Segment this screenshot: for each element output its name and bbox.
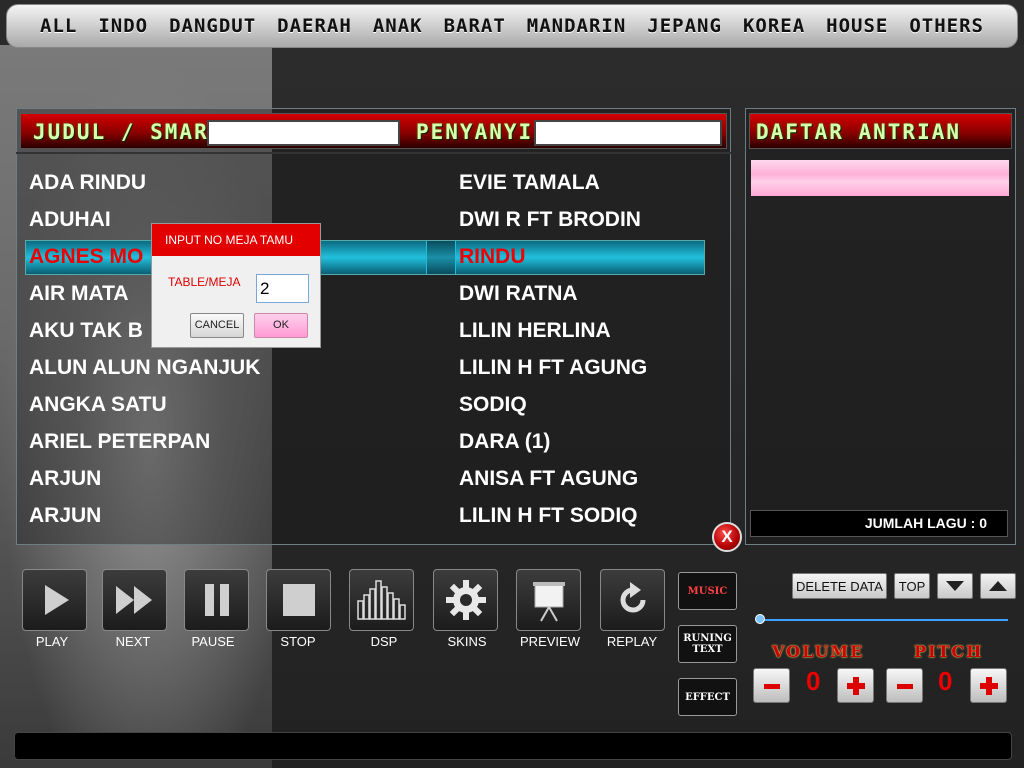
replay-icon bbox=[620, 582, 645, 613]
penyanyi-label: PENYANYI bbox=[416, 120, 534, 144]
move-down-button[interactable] bbox=[937, 573, 973, 599]
triangle-down-icon bbox=[946, 581, 964, 591]
volume-plus-button[interactable] bbox=[837, 668, 874, 703]
song-title-column: ADA RINDU ADUHAI AGNES MO AIR MATA AKU T… bbox=[29, 164, 409, 534]
table-number-input[interactable]: 2 bbox=[256, 274, 309, 303]
artist-name[interactable]: EVIE TAMALA bbox=[459, 164, 709, 201]
artist-name[interactable]: SODIQ bbox=[459, 386, 709, 423]
dsp-button[interactable] bbox=[349, 569, 414, 631]
category-house[interactable]: HOUSE bbox=[826, 15, 888, 37]
song-title[interactable]: ALUN ALUN NGANJUK bbox=[29, 349, 409, 386]
artist-column: EVIE TAMALA DWI R FT BRODIN RINDU DWI RA… bbox=[459, 164, 709, 534]
next-icon bbox=[115, 586, 152, 614]
next-label: NEXT bbox=[115, 634, 151, 649]
category-indo[interactable]: INDO bbox=[98, 15, 148, 37]
replay-label: REPLAY bbox=[606, 634, 658, 649]
artist-name-selected[interactable]: RINDU bbox=[459, 238, 709, 275]
category-bar: ALL INDO DANGDUT DAERAH ANAK BARAT MANDA… bbox=[6, 4, 1018, 48]
ok-button[interactable]: OK bbox=[254, 313, 308, 338]
pitch-value: 0 bbox=[938, 666, 953, 696]
volume-label: VOLUME bbox=[772, 642, 865, 661]
dsp-label: DSP bbox=[370, 634, 398, 649]
queue-list-item[interactable] bbox=[751, 160, 1009, 196]
skins-button[interactable] bbox=[433, 569, 498, 631]
stop-button[interactable] bbox=[266, 569, 331, 631]
minus-icon bbox=[896, 683, 913, 689]
pause-button[interactable] bbox=[184, 569, 249, 631]
artist-name[interactable]: DWI R FT BRODIN bbox=[459, 201, 709, 238]
song-title[interactable]: ARJUN bbox=[29, 497, 409, 534]
queue-title: DAFTAR ANTRIAN bbox=[756, 120, 962, 144]
volume-minus-button[interactable] bbox=[753, 668, 790, 703]
penyanyi-search-input[interactable] bbox=[534, 120, 722, 146]
pause-label: PAUSE bbox=[191, 634, 235, 649]
judul-label: JUDUL / SMART bbox=[33, 120, 224, 144]
song-title[interactable]: ADA RINDU bbox=[29, 164, 409, 201]
delete-data-button[interactable]: DELETE DATA bbox=[792, 573, 887, 599]
progress-slider-knob[interactable] bbox=[755, 614, 765, 624]
close-button[interactable]: X bbox=[712, 522, 742, 552]
pitch-minus-button[interactable] bbox=[886, 668, 923, 703]
projector-screen-icon bbox=[532, 582, 565, 622]
artist-name[interactable]: DWI RATNA bbox=[459, 275, 709, 312]
triangle-up-icon bbox=[989, 581, 1007, 591]
running-text-bar bbox=[14, 732, 1012, 760]
category-barat[interactable]: BARAT bbox=[444, 15, 506, 37]
equalizer-icon bbox=[356, 580, 406, 620]
category-mandarin[interactable]: MANDARIN bbox=[527, 15, 627, 37]
top-button[interactable]: TOP bbox=[894, 573, 930, 599]
pitch-label: PITCH bbox=[914, 642, 984, 661]
category-all[interactable]: ALL bbox=[40, 15, 77, 37]
replay-button[interactable] bbox=[600, 569, 665, 631]
category-daerah[interactable]: DAERAH bbox=[277, 15, 352, 37]
queue-header-bar: DAFTAR ANTRIAN bbox=[749, 113, 1012, 149]
next-button[interactable] bbox=[102, 569, 167, 631]
effect-button[interactable]: EFFECT bbox=[678, 678, 737, 716]
category-others[interactable]: OTHERS bbox=[909, 15, 984, 37]
song-title[interactable]: ANGKA SATU bbox=[29, 386, 409, 423]
preview-button[interactable] bbox=[516, 569, 581, 631]
stop-icon bbox=[282, 584, 315, 616]
music-button[interactable]: MUSIC bbox=[678, 572, 737, 610]
gear-icon bbox=[445, 580, 486, 620]
play-icon bbox=[44, 585, 69, 615]
pitch-plus-button[interactable] bbox=[970, 668, 1007, 703]
plus-icon bbox=[846, 676, 865, 695]
volume-value: 0 bbox=[806, 666, 821, 696]
running-text-button[interactable]: RUNING TEXT bbox=[678, 625, 737, 663]
category-anak[interactable]: ANAK bbox=[373, 15, 423, 37]
play-button[interactable] bbox=[22, 569, 87, 631]
header-divider bbox=[16, 152, 731, 154]
cancel-button[interactable]: CANCEL bbox=[190, 313, 244, 338]
song-title[interactable]: ARJUN bbox=[29, 460, 409, 497]
dialog-title: INPUT NO MEJA TAMU bbox=[152, 224, 320, 256]
song-title[interactable]: ARIEL PETERPAN bbox=[29, 423, 409, 460]
move-up-button[interactable] bbox=[980, 573, 1016, 599]
table-input-dialog: INPUT NO MEJA TAMU TABLE/MEJA 2 CANCEL O… bbox=[151, 223, 321, 348]
search-header-bar: JUDUL / SMART PENYANYI bbox=[20, 113, 727, 149]
progress-slider-track[interactable] bbox=[760, 619, 1008, 621]
pause-icon bbox=[204, 584, 229, 616]
artist-name[interactable]: LILIN H FT AGUNG bbox=[459, 349, 709, 386]
artist-name[interactable]: DARA (1) bbox=[459, 423, 709, 460]
preview-label: PREVIEW bbox=[520, 634, 580, 649]
category-korea[interactable]: KOREA bbox=[743, 15, 805, 37]
table-field-label: TABLE/MEJA bbox=[168, 275, 241, 289]
skins-label: SKINS bbox=[447, 634, 487, 649]
category-jepang[interactable]: JEPANG bbox=[647, 15, 722, 37]
play-label: PLAY bbox=[35, 634, 69, 649]
plus-icon bbox=[979, 676, 998, 695]
queue-count: JUMLAH LAGU : 0 bbox=[750, 510, 1008, 537]
artist-name[interactable]: LILIN HERLINA bbox=[459, 312, 709, 349]
judul-search-input[interactable] bbox=[207, 120, 400, 146]
minus-icon bbox=[763, 683, 780, 689]
category-dangdut[interactable]: DANGDUT bbox=[169, 15, 256, 37]
artist-name[interactable]: LILIN H FT SODIQ bbox=[459, 497, 709, 534]
artist-name[interactable]: ANISA FT AGUNG bbox=[459, 460, 709, 497]
stop-label: STOP bbox=[280, 634, 316, 649]
